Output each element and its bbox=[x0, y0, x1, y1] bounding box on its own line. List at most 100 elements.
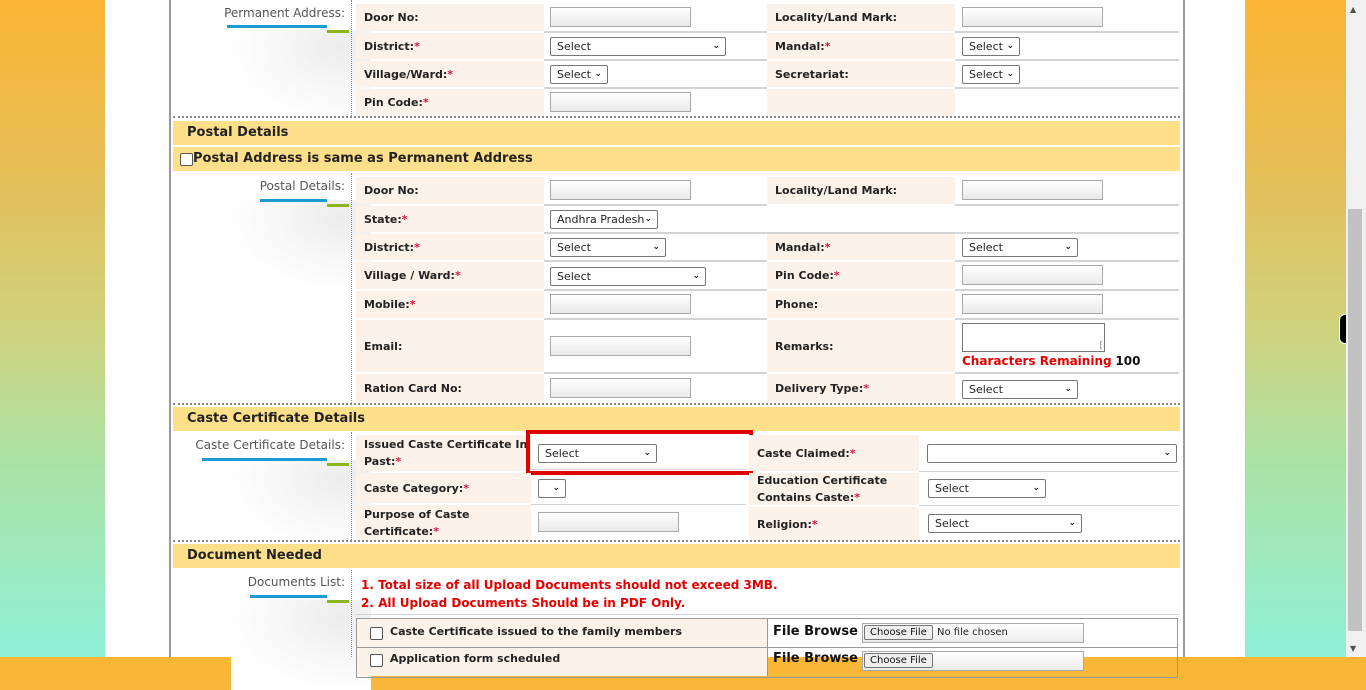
perm-pin-code-input[interactable] bbox=[550, 92, 691, 112]
caste-certificate-header: Caste Certificate Details bbox=[173, 407, 1180, 431]
caste-category-label: Caste Category: * bbox=[356, 473, 531, 503]
row-divider bbox=[955, 59, 1179, 61]
perm-village-label: Village/Ward: * bbox=[356, 61, 544, 87]
row-divider bbox=[919, 471, 1179, 472]
postal-mandal-label: Mandal: * bbox=[767, 234, 955, 260]
caste-claimed-select[interactable]: ⌄ bbox=[927, 444, 1177, 463]
choose-file-button[interactable]: Choose File bbox=[864, 625, 933, 640]
page-container: Permanent Address: Door No: Locality/Lan… bbox=[105, 0, 1245, 690]
document-checkbox[interactable] bbox=[370, 627, 383, 640]
row-divider bbox=[955, 318, 1179, 320]
file-input[interactable]: Choose File bbox=[862, 651, 1084, 671]
chevron-down-icon: ⌄ bbox=[1006, 41, 1014, 51]
document-label: Caste Certificate issued to the family m… bbox=[390, 625, 683, 638]
row-divider bbox=[544, 318, 767, 320]
resize-grip-icon[interactable]: ⁅ bbox=[1099, 341, 1103, 351]
row-divider bbox=[955, 289, 1179, 291]
postal-state-select[interactable]: Andhra Pradesh ⌄ bbox=[550, 210, 658, 229]
religion-label: Religion: * bbox=[749, 507, 919, 541]
postal-email-input[interactable] bbox=[550, 336, 691, 356]
perm-district-label: District: * bbox=[356, 33, 544, 59]
chevron-down-icon: ⌄ bbox=[644, 214, 652, 224]
postal-district-select[interactable]: Select ⌄ bbox=[550, 238, 666, 257]
postal-mobile-label: Mobile: * bbox=[356, 291, 544, 318]
divider bbox=[351, 432, 352, 542]
side-shadow bbox=[231, 30, 371, 120]
education-contains-caste-label: Education Certificate Contains Caste:* bbox=[749, 473, 919, 505]
perm-locality-input[interactable] bbox=[962, 7, 1103, 27]
chevron-down-icon: ⌄ bbox=[692, 271, 700, 281]
caste-category-select[interactable]: ⌄ bbox=[538, 479, 566, 498]
postal-phone-input[interactable] bbox=[962, 294, 1103, 314]
religion-select[interactable]: Select ⌄ bbox=[928, 514, 1082, 533]
postal-door-no-input[interactable] bbox=[550, 180, 691, 200]
side-shadow bbox=[231, 460, 371, 550]
postal-locality-label: Locality/Land Mark: bbox=[767, 177, 955, 204]
choose-file-button[interactable]: Choose File bbox=[864, 653, 933, 668]
postal-phone-label: Phone: bbox=[767, 291, 955, 318]
chevron-down-icon: ⌄ bbox=[652, 242, 660, 252]
side-shadow bbox=[231, 600, 371, 690]
scroll-down-icon[interactable]: ▼ bbox=[1350, 644, 1356, 653]
row-divider bbox=[955, 260, 1179, 262]
chars-remaining: Characters Remaining 100 bbox=[962, 354, 1141, 368]
perm-village-select[interactable]: Select ⌄ bbox=[550, 65, 608, 84]
purpose-input[interactable] bbox=[538, 512, 679, 532]
chevron-down-icon: ⌄ bbox=[1064, 242, 1072, 252]
chevron-down-icon: ⌄ bbox=[552, 483, 560, 493]
row-divider bbox=[544, 260, 767, 262]
perm-locality-label: Locality/Land Mark: bbox=[767, 4, 955, 31]
divider bbox=[351, 570, 352, 657]
document-checkbox[interactable] bbox=[370, 654, 383, 667]
chevron-down-icon: ⌄ bbox=[712, 41, 720, 51]
row-divider bbox=[544, 232, 767, 234]
postal-locality-input[interactable] bbox=[962, 180, 1103, 200]
document-row: Caste Certificate issued to the family m… bbox=[357, 619, 768, 648]
postal-district-label: District: * bbox=[356, 234, 544, 260]
row-divider bbox=[531, 504, 746, 505]
perm-mandal-label: Mandal: * bbox=[767, 33, 955, 59]
postal-mobile-input[interactable] bbox=[550, 294, 691, 314]
postal-remarks-textarea[interactable]: ⁅ bbox=[962, 323, 1105, 352]
row-divider bbox=[544, 87, 767, 89]
postal-village-select[interactable]: Select ⌄ bbox=[550, 267, 706, 286]
chevron-down-icon: ⌄ bbox=[1163, 448, 1171, 458]
file-browse-cell: File Browse : Choose File bbox=[768, 648, 1178, 676]
postal-mandal-select[interactable]: Select ⌄ bbox=[962, 238, 1078, 257]
chevron-down-icon: ⌄ bbox=[1068, 518, 1076, 528]
chevron-down-icon: ⌄ bbox=[594, 69, 602, 79]
perm-district-select[interactable]: Select ⌄ bbox=[550, 37, 726, 56]
permanent-address-side-label: Permanent Address: bbox=[224, 6, 345, 20]
postal-ration-card-input[interactable] bbox=[550, 378, 691, 398]
chevron-down-icon: ⌄ bbox=[1032, 483, 1040, 493]
chevron-down-icon: ⌄ bbox=[1064, 384, 1072, 394]
postal-village-label: Village / Ward: * bbox=[356, 262, 544, 289]
perm-door-no-input[interactable] bbox=[550, 7, 691, 27]
purpose-label: Purpose of Caste Certificate:* bbox=[356, 505, 531, 541]
file-input[interactable]: Choose File No file chosen bbox=[862, 623, 1084, 643]
issued-in-past-label: Issued Caste Certificate In Past:* bbox=[356, 435, 531, 471]
section-divider bbox=[173, 403, 1180, 405]
same-as-permanent-label[interactable]: Postal Address is same as Permanent Addr… bbox=[193, 151, 533, 166]
file-status: No file chosen bbox=[937, 627, 1008, 638]
perm-secretariat-select[interactable]: Select ⌄ bbox=[962, 65, 1020, 84]
postal-pin-code-input[interactable] bbox=[962, 265, 1103, 285]
perm-pin-code-label: Pin Code: * bbox=[356, 89, 544, 116]
document-row: Application form scheduled bbox=[357, 648, 768, 676]
postal-state-label: State: * bbox=[356, 206, 544, 232]
same-as-permanent-checkbox[interactable] bbox=[180, 153, 193, 166]
postal-delivery-type-select[interactable]: Select ⌄ bbox=[962, 380, 1078, 399]
side-shadow bbox=[231, 200, 371, 290]
row-divider bbox=[544, 289, 767, 291]
file-browse-cell: File Browse : Choose File No file chosen bbox=[768, 619, 1178, 648]
postal-details-header: Postal Details bbox=[173, 121, 1180, 145]
documents-table: Caste Certificate issued to the family m… bbox=[356, 618, 1178, 678]
file-browse-label: File Browse : bbox=[773, 651, 868, 666]
postal-pin-code-label: Pin Code: * bbox=[767, 262, 955, 289]
perm-mandal-select[interactable]: Select ⌄ bbox=[962, 37, 1020, 56]
scroll-up-icon[interactable]: ▲ bbox=[1350, 5, 1356, 14]
scrollbar-thumb[interactable] bbox=[1348, 209, 1362, 631]
education-contains-caste-select[interactable]: Select ⌄ bbox=[928, 479, 1046, 498]
document-label: Application form scheduled bbox=[390, 652, 561, 665]
vertical-scrollbar[interactable]: ▲ ▼ bbox=[1346, 0, 1366, 657]
